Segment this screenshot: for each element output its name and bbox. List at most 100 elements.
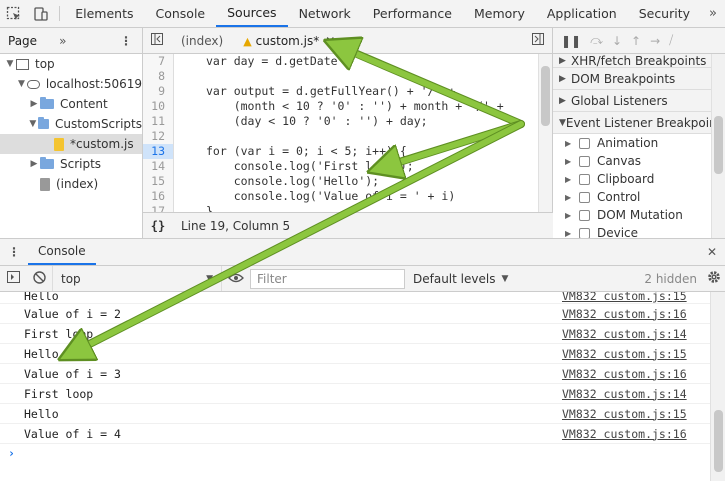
source-link[interactable]: VM832 custom.js:15 [562,407,687,421]
line-number[interactable]: 7 [143,54,174,69]
expand-arrow-icon[interactable]: ▼ [28,119,38,129]
source-link[interactable]: VM832 custom.js:16 [562,367,687,381]
editor-scroll-thumb[interactable] [541,66,550,126]
tab-sources[interactable]: Sources [216,0,288,27]
tab-performance[interactable]: Performance [362,0,463,27]
tab-console-drawer[interactable]: Console [28,239,96,265]
event-checkbox[interactable] [579,191,590,203]
tab-memory[interactable]: Memory [463,0,536,27]
line-number[interactable]: 11 [143,114,174,129]
code-line[interactable]: 11 (day < 10 ? '0' : '') + day; [143,114,539,129]
device-toolbar-icon[interactable] [28,0,56,27]
event-listener-item[interactable]: ▶ Clipboard [553,170,725,188]
console-scrollbar[interactable] [710,292,725,481]
code-line[interactable]: 10 (month < 10 ? '0' : '') + month + '/'… [143,99,539,114]
expand-arrow-icon[interactable]: ▶ [565,193,575,202]
close-drawer-icon[interactable]: ✕ [699,239,725,265]
event-listener-item[interactable]: ▶ Control [553,188,725,206]
collapse-arrow-icon[interactable]: ▶ [28,99,40,109]
debugger-section-header[interactable]: ▼ Event Listener Breakpoints [553,112,725,134]
event-checkbox[interactable] [579,155,590,167]
event-listener-item[interactable]: ▶ Canvas [553,152,725,170]
expand-arrow-icon[interactable]: ▶ [565,157,575,166]
inspect-element-icon[interactable] [0,0,28,27]
tree-item[interactable]: ▶ Scripts [0,154,142,174]
editor-tab[interactable]: (index) [171,34,233,48]
tree-item[interactable]: ▶ Content [0,94,142,114]
pretty-print-icon[interactable]: {} [143,219,173,233]
tab-elements[interactable]: Elements [64,0,144,27]
live-expression-eye-icon[interactable] [222,272,250,286]
source-link[interactable]: VM832 custom.js:14 [562,327,687,341]
line-number[interactable]: 12 [143,129,174,144]
navigator-more-icon[interactable]: » [59,34,66,48]
show-sidebar-icon[interactable] [0,271,26,286]
tree-item[interactable]: (index) [0,174,142,194]
code-line[interactable]: 16 console.log('Value of i = ' + i) [143,189,539,204]
expand-arrow-icon[interactable]: ▶ [565,139,575,148]
tab-page[interactable]: Page [8,34,37,48]
line-number[interactable]: 17 [143,204,174,212]
editor-tab[interactable]: ▲ custom.js* ✕ [233,34,345,48]
tab-application[interactable]: Application [536,0,628,27]
debugger-scroll-thumb[interactable] [714,116,723,174]
breakpoint-line-number[interactable]: 13 [143,144,174,159]
event-listener-item[interactable]: ▶ Animation [553,134,725,152]
line-number[interactable]: 14 [143,159,174,174]
code-line[interactable]: 9 var output = d.getFullYear() + '/' + [143,84,539,99]
event-checkbox[interactable] [579,137,590,149]
step-over-icon[interactable]: ⤼ [590,33,603,48]
line-number[interactable]: 16 [143,189,174,204]
console-prompt[interactable]: › [0,444,710,462]
event-checkbox[interactable] [579,209,590,221]
line-number[interactable]: 9 [143,84,174,99]
event-checkbox[interactable] [579,173,590,185]
source-link[interactable]: VM832 custom.js:14 [562,387,687,401]
expand-arrow-icon[interactable]: ▶ [565,229,575,238]
tree-item[interactable]: *custom.js [0,134,142,154]
code-line[interactable]: 14 console.log('First loop'); [143,159,539,174]
event-checkbox[interactable] [579,227,590,239]
source-link[interactable]: VM832 custom.js:15 [562,347,687,361]
step-into-icon[interactable]: ↓ [612,34,622,48]
event-listener-item[interactable]: ▶ DOM Mutation [553,206,725,224]
console-scroll-thumb[interactable] [714,410,723,472]
line-number[interactable]: 8 [143,69,174,84]
code-line[interactable]: 8 [143,69,539,84]
toggle-debugger-icon[interactable] [532,33,544,48]
debugger-section-header[interactable]: ▶ Global Listeners [553,90,725,112]
expand-arrow-icon[interactable]: ▼ [4,59,16,69]
more-tabs-icon[interactable]: » [701,0,725,27]
expand-arrow-icon[interactable]: ▶ [565,175,575,184]
code-line[interactable]: 7 var day = d.getDate [143,54,539,69]
execution-context-select[interactable]: top ▼ [52,266,222,291]
console-filter-input[interactable] [250,268,405,289]
code-line[interactable]: 13 for (var i = 0; i < 5; i++) { [143,144,539,159]
code-line[interactable]: 12 [143,129,539,144]
debugger-scrollbar[interactable] [711,54,725,238]
console-settings-gear-icon[interactable] [703,270,725,287]
code-area[interactable]: 7 var day = d.getDate 8 9 var output = d.get… [143,54,539,212]
expand-arrow-icon[interactable]: ▼ [16,79,27,89]
debugger-section-header[interactable]: ▶ DOM Breakpoints [553,68,725,90]
line-number[interactable]: 15 [143,174,174,189]
deactivate-breakpoints-icon[interactable]: ⧸ [669,33,673,48]
code-line[interactable]: 17} [143,204,539,212]
source-link[interactable]: VM832 custom.js:15 [562,292,687,303]
tab-network[interactable]: Network [288,0,362,27]
collapse-arrow-icon[interactable]: ▶ [28,159,40,169]
expand-arrow-icon[interactable]: ▶ [565,211,575,220]
toggle-navigator-icon[interactable] [143,33,171,48]
close-tab-icon[interactable]: ✕ [325,34,335,48]
source-link[interactable]: VM832 custom.js:16 [562,427,687,441]
tree-item[interactable]: ▼ top [0,54,142,74]
navigator-menu-icon[interactable]: ⋮ [120,34,132,48]
code-line[interactable]: 15 console.log('Hello'); [143,174,539,189]
source-link[interactable]: VM832 custom.js:16 [562,307,687,321]
tab-console[interactable]: Console [145,0,217,27]
drawer-menu-icon[interactable]: ⋮ [0,239,28,265]
tree-item[interactable]: ▼ CustomScripts [0,114,142,134]
step-icon[interactable]: → [650,34,660,48]
debugger-section-header[interactable]: ▶ XHR/fetch Breakpoints [553,54,725,68]
step-out-icon[interactable]: ↑ [631,34,641,48]
